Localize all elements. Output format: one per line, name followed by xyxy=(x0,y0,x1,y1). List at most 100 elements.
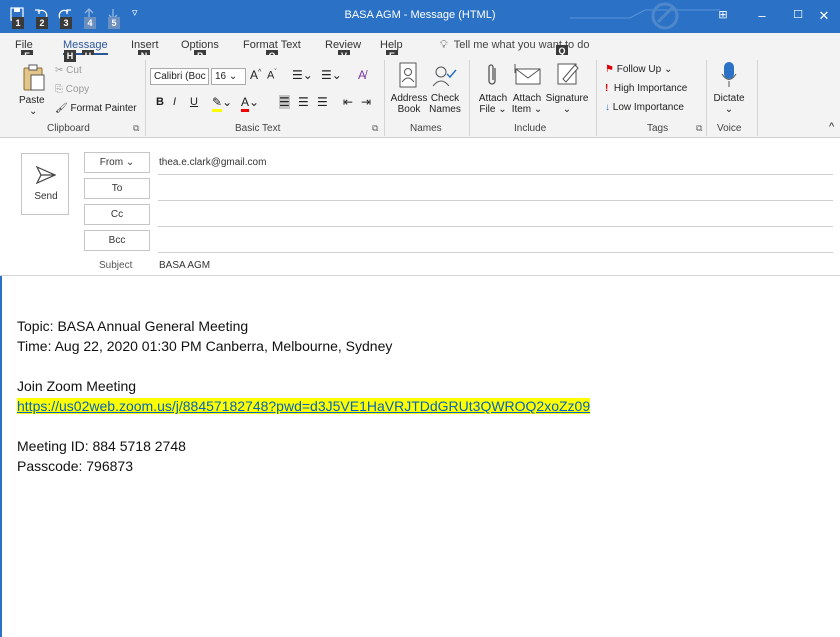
clear-formatting-icon[interactable]: A̸ xyxy=(358,68,366,82)
copy-icon: ⎘ xyxy=(55,84,63,95)
shrink-font-icon[interactable]: Aˇ xyxy=(267,69,277,82)
decrease-indent-icon[interactable]: ⇤ xyxy=(343,95,353,109)
outlook-compose-window: 1 2 3 4 5 ▿ BASA AGM - Message (HTML) ⊞ … xyxy=(0,0,840,637)
signature-button[interactable]: Signature ⌄ xyxy=(544,93,590,115)
font-size-value: 16 xyxy=(215,71,227,82)
to-button[interactable]: To xyxy=(84,178,150,199)
tell-me-text: Tell me what you want to do xyxy=(453,39,590,51)
keytip-5: 5 xyxy=(108,17,120,29)
keytip-1: 1 xyxy=(12,17,24,29)
numbering-icon[interactable]: ☰⌄ xyxy=(321,68,342,82)
message-body[interactable]: Topic: BASA Annual General Meeting Time:… xyxy=(17,316,591,476)
zoom-meeting-link[interactable]: https://us02web.zoom.us/j/88457182748?pw… xyxy=(17,398,591,414)
paste-label[interactable]: Paste xyxy=(19,95,45,106)
paste-icon[interactable] xyxy=(22,64,46,92)
low-importance-label: Low Importance xyxy=(612,102,684,113)
address-book-label-1: Address xyxy=(390,93,428,104)
align-left-icon[interactable]: ☰ xyxy=(279,95,290,109)
high-importance-label: High Importance xyxy=(613,83,688,94)
grow-font-icon[interactable]: A^ xyxy=(250,68,261,82)
address-book-icon[interactable] xyxy=(398,62,418,88)
to-input-underline[interactable] xyxy=(158,200,833,201)
voice-group-label: Voice xyxy=(717,123,742,134)
body-meeting-id: Meeting ID: 884 5718 2748 xyxy=(17,438,186,454)
paste-dropdown-icon[interactable]: ⌄ xyxy=(29,106,37,117)
low-importance-button[interactable]: ↓ Low Importance xyxy=(605,102,684,113)
lightbulb-icon: 💡︎ xyxy=(440,39,448,51)
subject-label: Subject xyxy=(99,260,133,271)
high-importance-button[interactable]: ! High Importance xyxy=(605,83,687,94)
check-names-button[interactable]: Check Names xyxy=(425,93,465,115)
exclamation-icon: ! xyxy=(605,83,609,94)
attach-file-label-2: File xyxy=(479,104,496,115)
header-body-separator xyxy=(0,275,840,276)
include-group-label: Include xyxy=(514,123,547,134)
copy-button[interactable]: ⎘ Copy xyxy=(55,84,89,95)
chevron-down-icon: ⌄ xyxy=(125,157,135,168)
dictate-button[interactable]: Dictate ⌄ xyxy=(709,93,749,115)
check-names-label-1: Check xyxy=(430,93,460,104)
keytip-cut: H xyxy=(64,50,76,62)
ribbon-display-options-icon[interactable]: ⊞ xyxy=(706,0,740,33)
basic-text-launcher-icon[interactable]: ⧉ xyxy=(372,123,378,134)
increase-indent-icon[interactable]: ⇥ xyxy=(361,95,371,109)
collapse-ribbon-icon[interactable]: ^ xyxy=(829,121,834,133)
format-painter-label: Format Painter xyxy=(70,103,137,114)
format-painter-button[interactable]: 🖌︎ Format Painter xyxy=(55,103,137,114)
bullets-icon[interactable]: ☰⌄ xyxy=(292,68,313,82)
group-separator xyxy=(384,60,385,136)
decorative-circuit-icon xyxy=(570,2,720,30)
bcc-input-underline[interactable] xyxy=(158,252,833,253)
cut-button[interactable]: ✂ Cut xyxy=(55,65,82,76)
body-passcode: Passcode: 796873 xyxy=(17,458,133,474)
group-separator xyxy=(757,60,758,136)
customize-qat-icon[interactable]: ▿ xyxy=(132,6,138,19)
window-title: BASA AGM - Message (HTML) xyxy=(344,9,496,21)
clipboard-launcher-icon[interactable]: ⧉ xyxy=(133,123,139,134)
attach-item-icon[interactable] xyxy=(512,63,542,85)
cc-button[interactable]: Cc xyxy=(84,204,150,225)
bcc-button[interactable]: Bcc xyxy=(84,230,150,251)
close-button[interactable]: ✕ xyxy=(808,0,840,33)
font-name-combo[interactable]: Calibri (Boc ⌄ xyxy=(150,68,209,85)
font-size-combo[interactable]: 16 ⌄ xyxy=(211,68,246,85)
body-time: Time: Aug 22, 2020 01:30 PM Canberra, Me… xyxy=(17,338,393,354)
copy-label: Copy xyxy=(65,84,90,95)
address-book-button[interactable]: Address Book xyxy=(389,93,429,115)
align-right-icon[interactable]: ☰ xyxy=(317,95,328,109)
highlighter-icon[interactable]: ✎⌄ xyxy=(212,95,232,112)
from-label: From xyxy=(99,157,124,168)
signature-icon[interactable] xyxy=(556,62,580,86)
minimize-button[interactable]: – xyxy=(742,0,782,33)
underline-button[interactable]: U xyxy=(190,96,198,108)
keytip-2: 2 xyxy=(36,17,48,29)
clipboard-group-label: Clipboard xyxy=(47,123,90,134)
flag-icon: ⚑ xyxy=(605,64,614,75)
attach-file-label-1: Attach xyxy=(478,93,508,104)
attach-file-button[interactable]: Attach File ⌄ xyxy=(476,93,510,115)
subject-input[interactable]: BASA AGM xyxy=(159,260,210,271)
basic-text-group-label: Basic Text xyxy=(235,123,281,134)
dictate-label: Dictate xyxy=(713,93,745,104)
attach-item-button[interactable]: Attach Item ⌄ xyxy=(508,93,546,115)
group-separator xyxy=(469,60,470,136)
scissors-icon: ✂ xyxy=(55,65,64,76)
font-color-icon[interactable]: A⌄ xyxy=(241,95,259,112)
check-names-icon[interactable] xyxy=(432,64,458,88)
paperclip-icon[interactable] xyxy=(484,62,500,88)
follow-up-button[interactable]: ⚑ Follow Up ⌄ xyxy=(605,64,672,75)
italic-button[interactable]: I xyxy=(173,96,176,108)
microphone-icon[interactable] xyxy=(720,61,738,89)
ribbon-tabs: File Message Insert Options Format Text … xyxy=(0,33,840,55)
tags-launcher-icon[interactable]: ⧉ xyxy=(696,123,702,134)
signature-label: Signature xyxy=(545,93,589,104)
send-button[interactable]: Send xyxy=(21,153,69,215)
from-button[interactable]: From ⌄ xyxy=(84,152,150,173)
body-join: Join Zoom Meeting xyxy=(17,378,137,394)
align-center-icon[interactable]: ☰ xyxy=(298,95,309,109)
cc-input-underline[interactable] xyxy=(158,226,833,227)
group-separator xyxy=(596,60,597,136)
body-blank xyxy=(17,416,590,436)
bold-button[interactable]: B xyxy=(156,96,164,108)
ribbon: Paste ⌄ ✂ Cut ⎘ Copy 🖌︎ Format Painter H… xyxy=(0,50,840,138)
